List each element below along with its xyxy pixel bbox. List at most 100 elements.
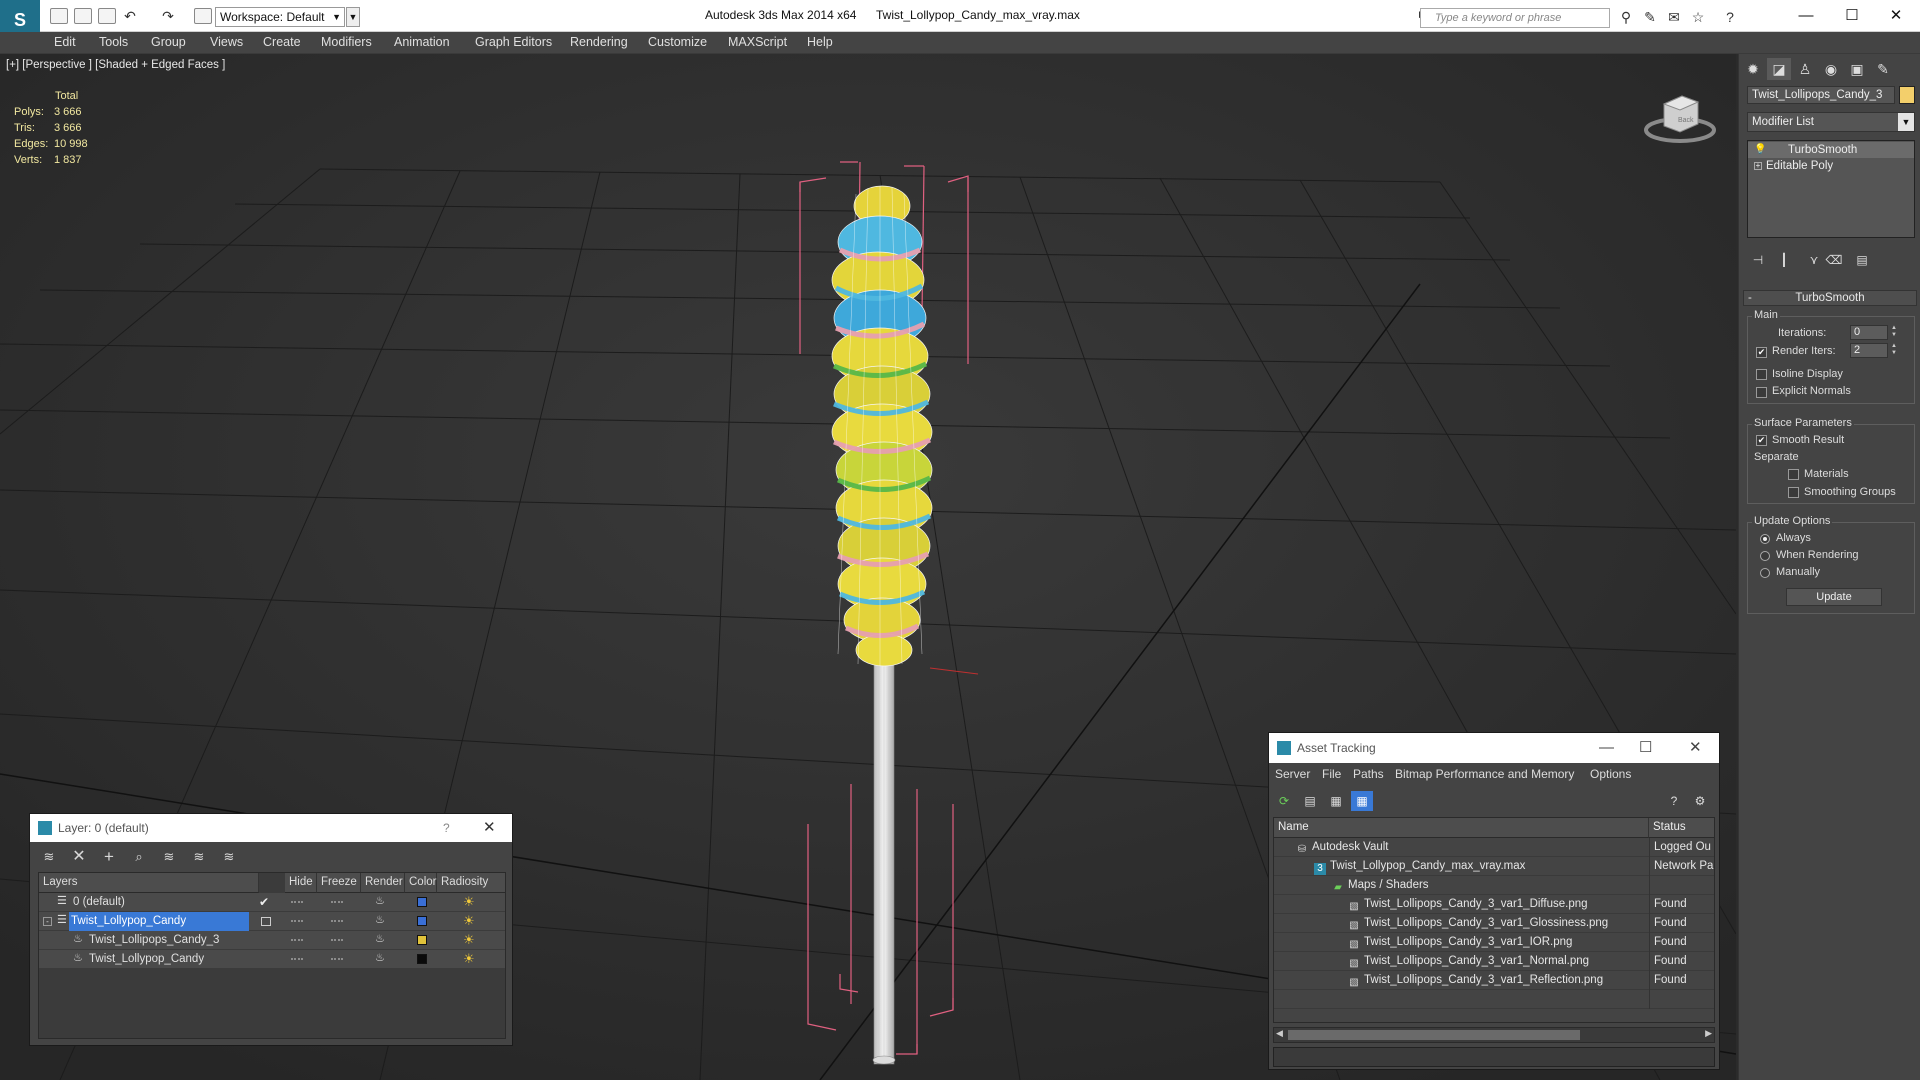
make-unique-icon[interactable]: ⋎ [1803, 250, 1825, 270]
utilities-tab-icon[interactable]: ✎ [1871, 58, 1895, 80]
help-icon[interactable]: ? [1663, 791, 1685, 811]
radiosity-icon[interactable]: ☀ [463, 913, 479, 929]
menu-modifiers[interactable]: Modifiers [321, 35, 372, 49]
settings-icon[interactable]: ⚙ [1689, 791, 1711, 811]
scrollbar-thumb[interactable] [1288, 1030, 1580, 1040]
column-header-layers[interactable]: Layers [39, 873, 259, 893]
show-end-result-icon[interactable]: ┃ [1773, 250, 1795, 270]
workspace-select[interactable]: Workspace: Default ▼ [215, 7, 345, 27]
layer-color-swatch[interactable] [417, 916, 427, 926]
smoothing-groups-checkbox[interactable] [1788, 487, 1799, 498]
configure-sets-icon[interactable]: ▤ [1851, 250, 1873, 270]
details-view-icon[interactable]: ▦ [1325, 791, 1347, 811]
menu-file[interactable]: File [1322, 767, 1341, 781]
layer-row-object[interactable]: ♨ Twist_Lollypop_Candy ♨ ☀ [39, 950, 505, 969]
help-icon[interactable]: ? [1722, 9, 1738, 25]
asset-path-field[interactable] [1273, 1047, 1715, 1067]
asset-row-texture[interactable]: ▧ Twist_Lollipops_Candy_3_var1_Normal.png… [1274, 952, 1714, 971]
spinner-arrows-icon[interactable]: ▲ ▼ [1890, 325, 1898, 340]
menu-animation[interactable]: Animation [394, 35, 450, 49]
create-tab-icon[interactable]: ✹ [1741, 58, 1765, 80]
column-header-name[interactable]: Name [1274, 818, 1649, 838]
hierarchy-tab-icon[interactable]: ♙ [1793, 58, 1817, 80]
menu-views[interactable]: Views [210, 35, 243, 49]
collapse-minus-icon[interactable]: - [43, 917, 52, 926]
hide-toggle[interactable] [291, 901, 303, 903]
column-header-render[interactable]: Render [361, 873, 405, 893]
delete-layer-icon[interactable]: ✕ [68, 848, 90, 866]
radiosity-icon[interactable]: ☀ [463, 894, 479, 910]
viewcube[interactable]: Back [1640, 86, 1720, 149]
asset-row-scene-file[interactable]: 3 Twist_Lollypop_Candy_max_vray.max Netwo… [1274, 857, 1714, 876]
asset-row-maps-folder[interactable]: ▰ Maps / Shaders [1274, 876, 1714, 895]
layer-dialog-titlebar[interactable]: Layer: 0 (default) ? ✕ [30, 814, 512, 842]
asset-row-vault[interactable]: ⛁ Autodesk Vault Logged Ou [1274, 838, 1714, 857]
scroll-left-icon[interactable]: ◀ [1276, 1028, 1283, 1039]
menu-customize[interactable]: Customize [648, 35, 707, 49]
manually-radio[interactable] [1760, 568, 1770, 578]
freeze-all-layers-icon[interactable]: ≋ [218, 848, 240, 866]
menu-help[interactable]: Help [807, 35, 833, 49]
modifier-list-dropdown[interactable]: Modifier List ▼ [1747, 112, 1915, 132]
layer-row-twist-lollypop-candy[interactable]: - ☰ Twist_Lollypop_Candy ♨ ☀ [39, 912, 505, 931]
stack-item-editable-poly[interactable]: + Editable Poly [1748, 158, 1914, 174]
menu-options[interactable]: Options [1590, 767, 1631, 781]
render-iters-checkbox[interactable]: ✔ [1756, 347, 1767, 358]
modify-tab-icon[interactable]: ◪ [1767, 58, 1791, 80]
object-color-swatch[interactable] [1899, 86, 1915, 104]
active-layer-check-icon[interactable]: ✔ [259, 893, 269, 912]
materials-checkbox[interactable] [1788, 469, 1799, 480]
layer-row-default[interactable]: ☰ 0 (default) ✔ ♨ ☀ [39, 893, 505, 912]
add-to-layer-icon[interactable]: + [98, 848, 120, 866]
freeze-toggle[interactable] [331, 958, 343, 960]
subscription-icon[interactable]: ✎ [1642, 9, 1658, 25]
menu-maxscript[interactable]: MAXScript [728, 35, 787, 49]
asset-row-texture[interactable]: ▧ Twist_Lollipops_Candy_3_var1_Glossiness… [1274, 914, 1714, 933]
rollout-turbosmooth[interactable]: - TurboSmooth [1743, 290, 1917, 306]
menu-edit[interactable]: Edit [54, 35, 76, 49]
freeze-toggle[interactable] [331, 920, 343, 922]
search-input[interactable]: Type a keyword or phrase [1420, 8, 1610, 28]
object-name-field[interactable]: Twist_Lollipops_Candy_3 [1747, 86, 1895, 104]
hide-toggle[interactable] [291, 958, 303, 960]
layer-color-swatch[interactable] [417, 935, 427, 945]
isoline-display-checkbox[interactable] [1756, 369, 1767, 380]
maximize-button[interactable]: ☐ [1832, 4, 1872, 28]
layer-row-object[interactable]: ♨ Twist_Lollipops_Candy_3 ♨ ☀ [39, 931, 505, 950]
close-icon[interactable]: ✕ [483, 814, 496, 842]
radiosity-icon[interactable]: ☀ [463, 951, 479, 967]
minimize-button[interactable]: — [1786, 4, 1826, 28]
spinner-arrows-icon[interactable]: ▲ ▼ [1890, 343, 1898, 358]
freeze-toggle[interactable] [331, 939, 343, 941]
undo-icon[interactable]: ↶ [122, 8, 138, 24]
pin-stack-icon[interactable]: ⊣ [1747, 250, 1769, 270]
explicit-normals-checkbox[interactable] [1756, 387, 1767, 398]
display-tab-icon[interactable]: ▣ [1845, 58, 1869, 80]
new-file-icon[interactable] [50, 8, 68, 24]
asset-row-texture[interactable]: ▧ Twist_Lollipops_Candy_3_var1_Reflection… [1274, 971, 1714, 990]
scroll-right-icon[interactable]: ▶ [1705, 1028, 1712, 1039]
layer-color-swatch[interactable] [417, 954, 427, 964]
open-file-icon[interactable] [74, 8, 92, 24]
menu-rendering[interactable]: Rendering [570, 35, 628, 49]
smooth-result-checkbox[interactable]: ✔ [1756, 435, 1767, 446]
communication-icon[interactable]: ✉ [1666, 9, 1682, 25]
hide-toggle[interactable] [291, 920, 303, 922]
menu-create[interactable]: Create [263, 35, 301, 49]
create-layer-icon[interactable]: ≋ [38, 848, 60, 866]
refresh-icon[interactable]: ⟳ [1273, 791, 1295, 811]
stack-item-turbosmooth[interactable]: 💡 TurboSmooth [1748, 142, 1914, 158]
viewcube-face-label[interactable]: Back [1678, 117, 1694, 124]
project-folder-icon[interactable] [194, 8, 212, 24]
column-header-freeze[interactable]: Freeze [317, 873, 361, 893]
menu-paths[interactable]: Paths [1353, 767, 1384, 781]
help-button[interactable]: ? [443, 814, 450, 842]
highlight-layer-icon[interactable]: ≋ [158, 848, 180, 866]
menu-group[interactable]: Group [151, 35, 186, 49]
layer-color-swatch[interactable] [417, 897, 427, 907]
render-teapot-icon[interactable]: ♨ [375, 894, 389, 908]
render-teapot-icon[interactable]: ♨ [375, 932, 389, 946]
menu-tools[interactable]: Tools [99, 35, 128, 49]
iterations-spinner[interactable]: 0 [1850, 325, 1888, 340]
viewport-label[interactable]: [+] [Perspective ] [Shaded + Edged Faces… [6, 59, 225, 71]
